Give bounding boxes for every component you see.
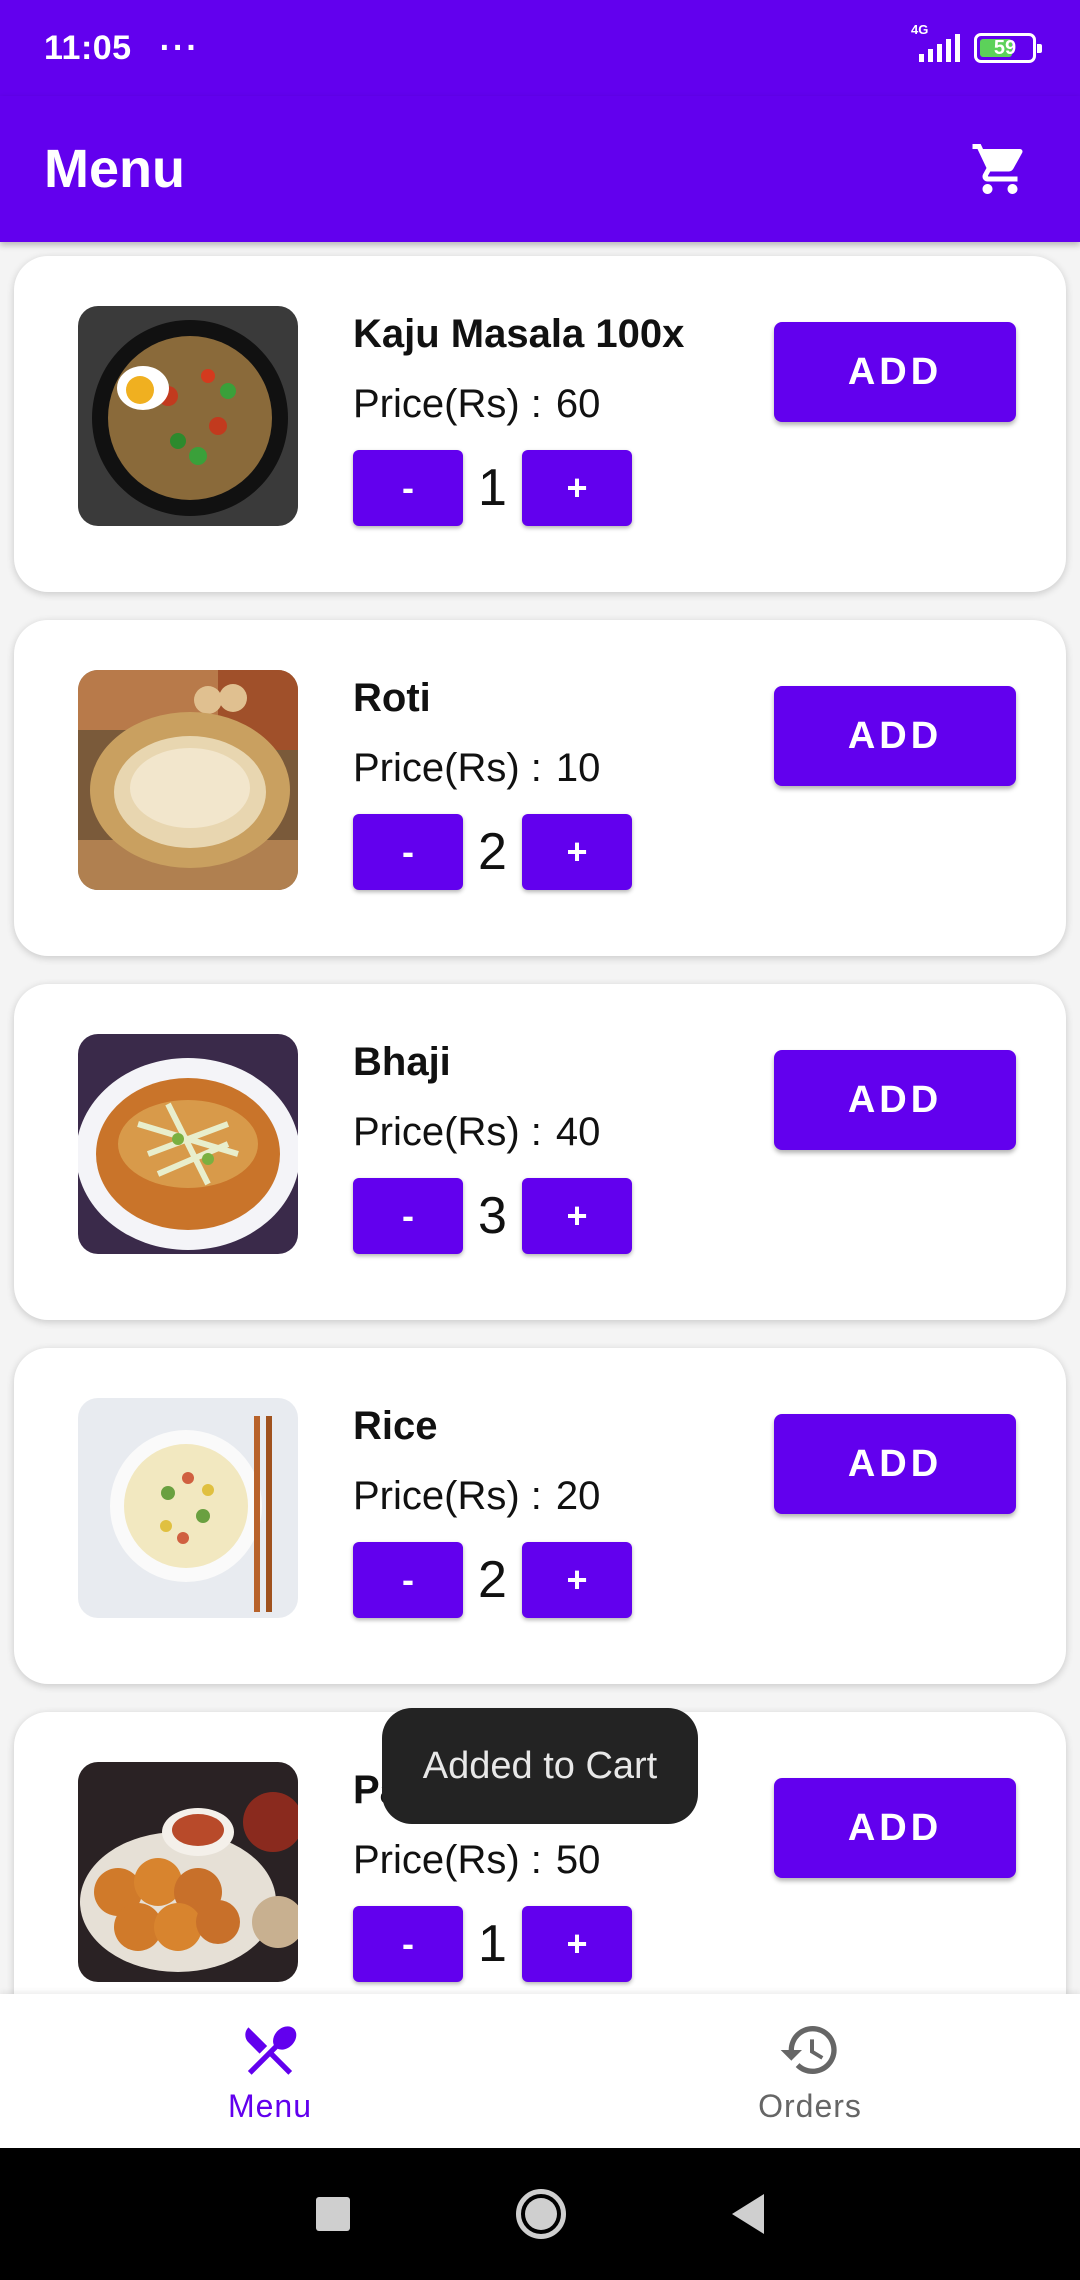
item-price: Price(Rs) : 60 [353,382,600,427]
price-label: Price(Rs) : [353,1474,542,1518]
back-button[interactable] [732,2194,764,2234]
add-to-cart-button[interactable]: ADD [774,1778,1016,1878]
cart-icon [972,144,1023,194]
increase-qty-button[interactable]: + [522,1542,632,1618]
price-label: Price(Rs) : [353,1110,542,1154]
status-bar: 11:05 ··· 4G 59 [0,0,1080,96]
price-value: 60 [555,382,601,426]
cart-button[interactable] [964,133,1036,205]
page-title: Menu [44,139,185,199]
food-image [78,1034,298,1254]
home-button[interactable] [516,2189,566,2239]
nav-label-menu: Menu [227,2087,313,2124]
add-to-cart-button[interactable]: ADD [774,1050,1016,1150]
food-image [78,670,298,890]
increase-qty-button[interactable]: + [522,450,632,526]
toast-message: Added to Cart [382,1708,698,1824]
food-image [78,1762,298,1982]
price-label: Price(Rs) : [353,1838,542,1882]
price-label: Price(Rs) : [353,746,542,790]
menu-item-card: Roti Price(Rs) : 10 - 2 + ADD [14,620,1066,956]
decrease-qty-button[interactable]: - [353,1178,463,1254]
item-name: Bhaji [353,1040,451,1084]
status-time: 11:05 [44,28,132,67]
increase-qty-button[interactable]: + [522,1906,632,1982]
increase-qty-button[interactable]: + [522,814,632,890]
food-image [78,1398,298,1618]
quantity-value: 2 [478,1551,507,1609]
battery-icon: 59 [974,33,1042,63]
nav-label-orders: Orders [758,2087,862,2124]
price-label: Price(Rs) : [353,382,542,426]
item-price: Price(Rs) : 40 [353,1110,600,1155]
menu-item-card: Bhaji Price(Rs) : 40 - 3 + ADD [14,984,1066,1320]
add-to-cart-button[interactable]: ADD [774,1414,1016,1514]
fork-knife-icon [245,2025,297,2075]
price-value: 40 [555,1110,601,1154]
quantity-value: 3 [478,1187,507,1245]
decrease-qty-button[interactable]: - [353,1906,463,1982]
item-name: Kaju Masala 100x [353,312,685,356]
bottom-navigation: Menu Orders [0,1994,1080,2148]
item-name: Roti [353,676,431,720]
decrease-qty-button[interactable]: - [353,814,463,890]
history-icon [780,2025,837,2074]
battery-level: 59 [993,36,1017,59]
nav-item-menu[interactable]: Menu [0,1994,540,2148]
signal-icon: 4G [911,22,960,62]
add-to-cart-button[interactable]: ADD [774,322,1016,422]
decrease-qty-button[interactable]: - [353,1542,463,1618]
app-bar: Menu [0,96,1080,242]
item-price: Price(Rs) : 10 [353,746,600,791]
status-more-icon: ··· [159,28,200,67]
item-name: Rice [353,1404,438,1448]
menu-screen: 11:05 ··· 4G 59 Menu Kaju Masala 100x Pr… [0,0,1080,2280]
network-type: 4G [911,22,929,37]
add-to-cart-button[interactable]: ADD [774,686,1016,786]
quantity-value: 1 [478,1915,507,1973]
price-value: 10 [555,746,601,790]
item-price: Price(Rs) : 50 [353,1838,600,1883]
decrease-qty-button[interactable]: - [353,450,463,526]
price-value: 50 [555,1838,601,1882]
price-value: 20 [555,1474,601,1518]
menu-item-card: Kaju Masala 100x Price(Rs) : 60 - 1 + ADD [14,256,1066,592]
recents-button[interactable] [316,2197,350,2231]
increase-qty-button[interactable]: + [522,1178,632,1254]
menu-item-card: Rice Price(Rs) : 20 - 2 + ADD [14,1348,1066,1684]
quantity-value: 2 [478,823,507,881]
status-indicators: 4G 59 [911,22,1042,63]
system-navigation-bar [0,2148,1080,2280]
item-price: Price(Rs) : 20 [353,1474,600,1519]
food-image [78,306,298,526]
quantity-value: 1 [478,459,507,517]
nav-item-orders[interactable]: Orders [540,1994,1080,2148]
